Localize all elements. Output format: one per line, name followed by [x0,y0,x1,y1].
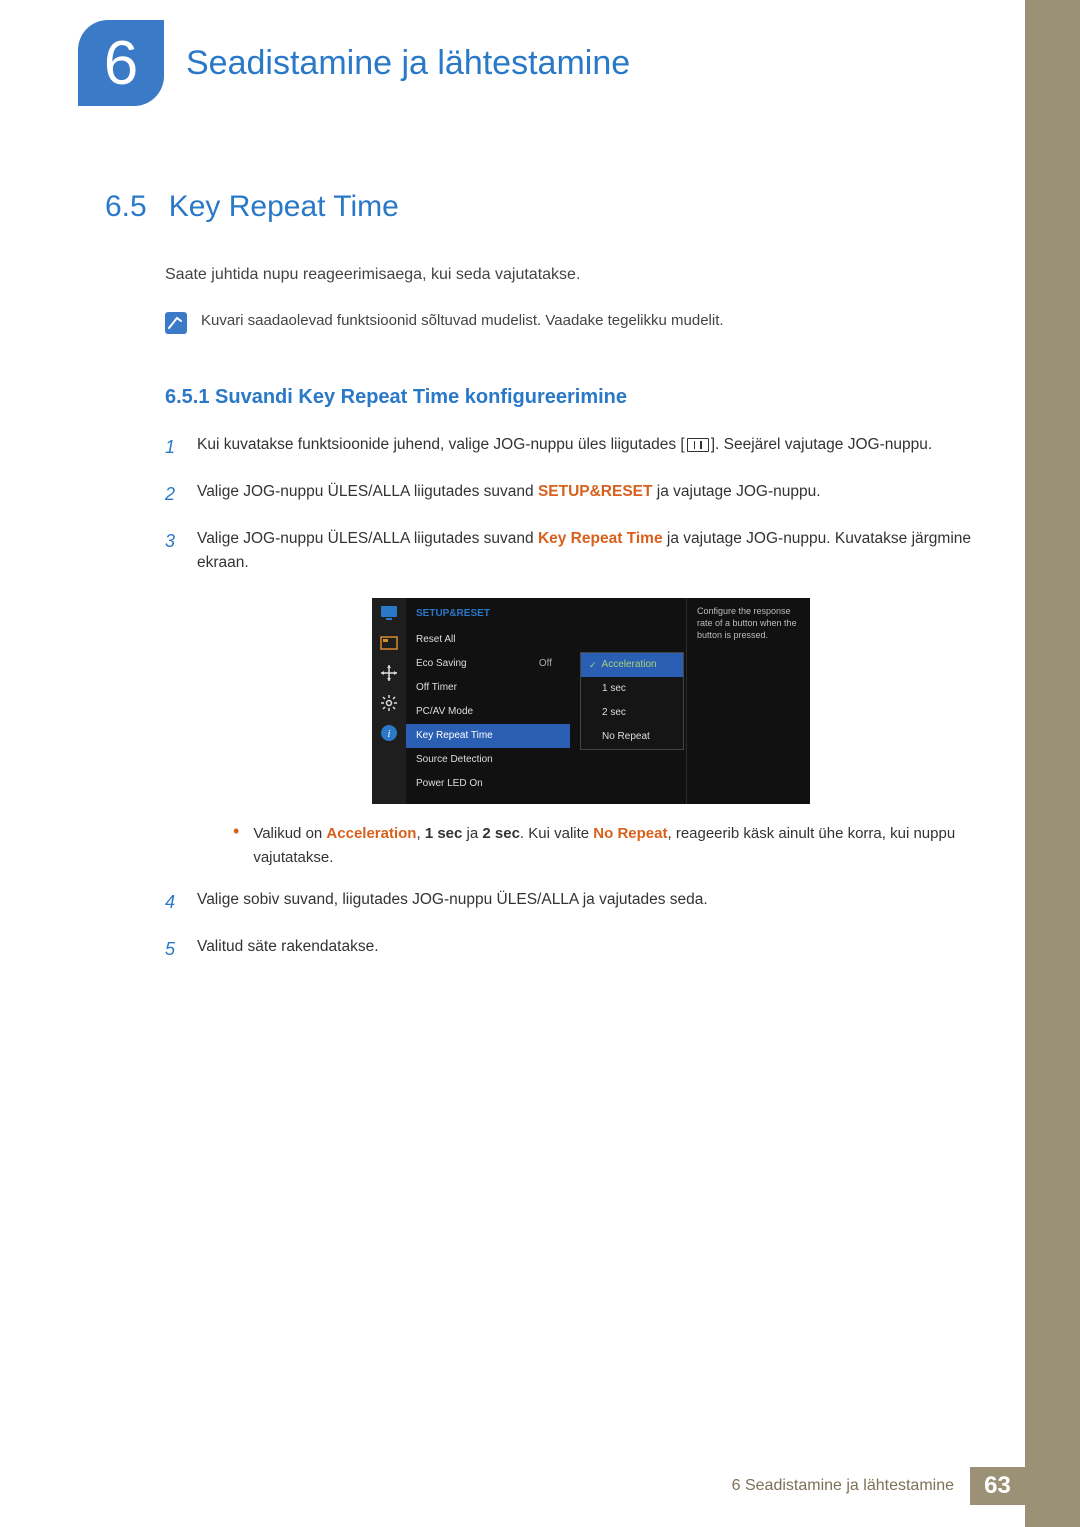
osd-screenshot: i SETUP&RESET Reset All Eco Saving Off Of… [372,598,810,804]
bullet-icon: • [233,822,239,870]
gear-icon [380,694,398,712]
osd-item-label: Power LED On [416,776,483,792]
osd-item-value: Off [539,656,560,672]
subsection-heading: 6.5.1 Suvandi Key Repeat Time konfiguree… [165,386,985,409]
step-1: 1 Kui kuvatakse funktsioonide juhend, va… [165,433,985,462]
text: . Kui valite [520,825,593,842]
osd-item-selected: Key Repeat Time [406,724,570,748]
section-title: Key Repeat Time [169,190,399,224]
footer-page-number: 63 [970,1467,1025,1505]
term: 1 sec [425,825,463,842]
term: Acceleration [326,825,416,842]
osd-description: Configure the response rate of a button … [686,598,810,804]
osd-option: 1 sec [581,677,683,701]
step-4: 4 Valige sobiv suvand, liigutades JOG-nu… [165,888,985,917]
page-content: 6.5 Key Repeat Time Saate juhtida nupu r… [105,190,985,982]
text: Valige JOG-nuppu ÜLES/ALLA liigutades su… [197,483,538,500]
osd-icon-column: i [372,598,406,804]
osd-item: Power LED On [406,772,570,796]
step-number: 2 [165,480,179,509]
section-intro: Saate juhtida nupu reageerimisaega, kui … [165,266,985,284]
side-accent-bar [1025,0,1080,1527]
step-number: 4 [165,888,179,917]
osd-item: Source Detection [406,748,570,772]
step-body: Valige JOG-nuppu ÜLES/ALLA liigutades su… [197,527,985,871]
term: No Repeat [593,825,667,842]
bullet-list: • Valikud on Acceleration, 1 sec ja 2 se… [233,822,985,870]
section-heading: 6.5 Key Repeat Time [105,190,985,224]
osd-item-label: Source Detection [416,752,493,768]
page-footer: 6 Seadistamine ja lähtestamine 63 [716,1467,1025,1505]
step-list: 1 Kui kuvatakse funktsioonide juhend, va… [165,433,985,964]
chapter-title: Seadistamine ja lähtestamine [186,44,630,83]
osd-item-label: Off Timer [416,680,457,696]
step-body: Valige sobiv suvand, liigutades JOG-nupp… [197,888,985,917]
bullet-item: • Valikud on Acceleration, 1 sec ja 2 se… [233,822,985,870]
svg-text:i: i [387,728,390,740]
bullet-text: Valikud on Acceleration, 1 sec ja 2 sec.… [253,822,985,870]
osd-option-label: Acceleration [602,657,657,673]
osd-item: Eco Saving Off [406,652,570,676]
osd-option-label: 2 sec [602,705,626,721]
step-body: Valitud säte rakendatakse. [197,935,985,964]
chapter-header: 6 Seadistamine ja lähtestamine [78,20,630,106]
footer-chapter-label: 6 Seadistamine ja lähtestamine [716,1467,970,1505]
term: 2 sec [482,825,520,842]
osd-item-label: Key Repeat Time [416,728,493,744]
picture-icon [380,634,398,652]
text: Kui kuvatakse funktsioonide juhend, vali… [197,436,685,453]
osd-item: PC/AV Mode [406,700,570,724]
menu-name: SETUP&RESET [538,483,653,500]
osd-popup: Acceleration 1 sec 2 sec No Repeat [580,652,684,750]
osd-option: No Repeat [581,725,683,749]
text: , [416,825,424,842]
note-icon [165,312,187,334]
osd-panel-title: SETUP&RESET [406,606,570,628]
osd-option-selected: Acceleration [581,653,683,677]
osd-item-label: Eco Saving [416,656,467,672]
monitor-icon [380,604,398,622]
info-icon: i [380,724,398,742]
text: ja vajutage JOG-nuppu. [653,483,821,500]
osd-item: Off Timer [406,676,570,700]
osd-option-label: 1 sec [602,681,626,697]
menu-name: Key Repeat Time [538,530,663,547]
chapter-number-badge: 6 [78,20,164,106]
arrows-icon [380,664,398,682]
step-5: 5 Valitud säte rakendatakse. [165,935,985,964]
osd-option-label: No Repeat [602,729,650,745]
osd-item-label: Reset All [416,632,455,648]
step-3: 3 Valige JOG-nuppu ÜLES/ALLA liigutades … [165,527,985,871]
step-body: Valige JOG-nuppu ÜLES/ALLA liigutades su… [197,480,985,509]
note-block: Kuvari saadaolevad funktsioonid sõltuvad… [165,312,985,334]
osd-item-label: PC/AV Mode [416,704,473,720]
section-number: 6.5 [105,190,147,224]
step-number: 1 [165,433,179,462]
step-body: Kui kuvatakse funktsioonide juhend, vali… [197,433,985,462]
osd-option: 2 sec [581,701,683,725]
text: ]. Seejärel vajutage JOG-nuppu. [711,436,932,453]
text: ja [462,825,482,842]
note-text: Kuvari saadaolevad funktsioonid sõltuvad… [201,312,724,329]
step-number: 5 [165,935,179,964]
text: Valige JOG-nuppu ÜLES/ALLA liigutades su… [197,530,538,547]
osd-item: Reset All [406,628,570,652]
menu-icon [687,438,709,452]
text: Valikud on [253,825,326,842]
step-2: 2 Valige JOG-nuppu ÜLES/ALLA liigutades … [165,480,985,509]
step-number: 3 [165,527,179,871]
osd-main-panel: SETUP&RESET Reset All Eco Saving Off Off … [406,598,686,804]
